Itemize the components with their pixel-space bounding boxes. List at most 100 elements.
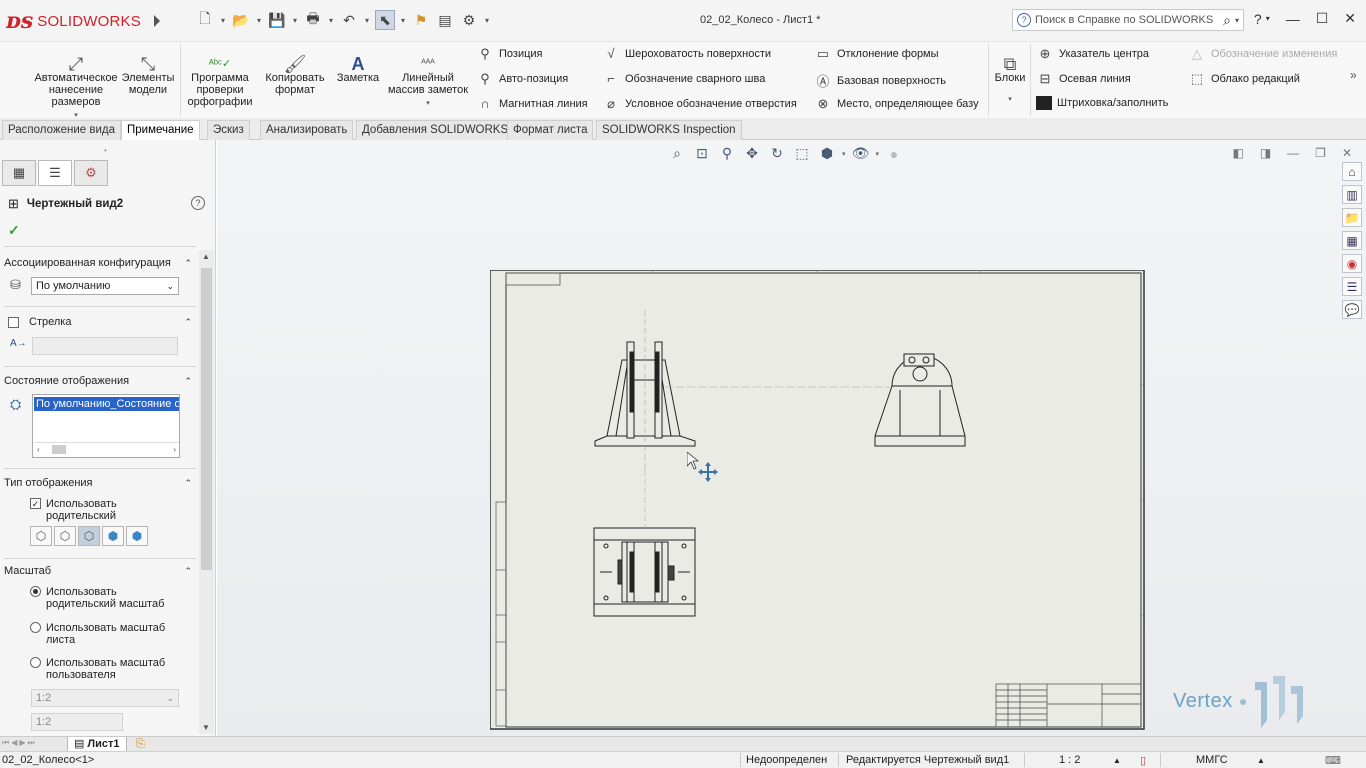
tab-view-layout[interactable]: Расположение вида	[2, 120, 122, 140]
note-button[interactable]: A Заметка	[334, 46, 382, 84]
collapse-chevron-icon[interactable]: ⌃	[184, 376, 192, 387]
search-dropdown-icon[interactable]: ▾	[1235, 16, 1239, 25]
tile-left-icon[interactable]: ◧	[1232, 146, 1243, 160]
ref-config-group-header[interactable]: Ассоциированная конфигурация ⌃	[4, 254, 196, 272]
balloon-button[interactable]: ⚲ Позиция	[476, 46, 542, 62]
zoom-to-fit-icon[interactable]: ⌕	[667, 145, 687, 162]
tab-sketch[interactable]: Эскиз	[207, 120, 250, 140]
tile-right-icon[interactable]: ◨	[1260, 146, 1271, 160]
scale-up-icon[interactable]: ▲	[1113, 756, 1121, 765]
appearances-icon[interactable]: ◉	[1342, 254, 1362, 273]
sheet-tab-sheet1[interactable]: ▤ Лист1	[67, 737, 127, 752]
undo-dropdown-icon[interactable]: ▾	[363, 16, 371, 25]
tab-sheet-format[interactable]: Формат листа	[507, 120, 594, 140]
tab-evaluate[interactable]: Анализировать	[260, 120, 354, 140]
home-icon[interactable]: ⌂	[1342, 162, 1362, 181]
tab-solidworks-addins[interactable]: Добавления SOLIDWORKS	[356, 120, 515, 140]
model-items-button[interactable]: ⤡ Элементы модели	[120, 46, 176, 96]
hatch-fill-button[interactable]: Штриховка/заполнить	[1036, 96, 1168, 110]
display-state-group-header[interactable]: Состояние отображения ⌃	[4, 372, 196, 390]
minimize-icon[interactable]: —	[1286, 11, 1300, 27]
chevron-down-icon[interactable]: ▾	[876, 150, 880, 158]
linear-note-pattern-button[interactable]: ᴬᴬᴬ Линейный массив заметок ▾	[386, 46, 470, 110]
scroll-down-icon[interactable]: ▼	[202, 723, 210, 732]
rebuild-status-icon[interactable]: ▯	[1140, 754, 1146, 767]
quick-tips-icon[interactable]: ⌨	[1325, 754, 1341, 767]
new-dropdown-icon[interactable]: ▾	[219, 16, 227, 25]
view-palette-icon[interactable]: ▦	[1342, 231, 1362, 250]
scale-custom-option[interactable]: Использовать масштаб пользователя	[30, 657, 190, 681]
revision-symbol-button[interactable]: △ Обозначение изменения	[1188, 46, 1337, 62]
geometric-tolerance-button[interactable]: ▭ Отклонение формы	[814, 46, 939, 62]
shaded-with-edges-icon[interactable]: ⬢	[102, 526, 124, 546]
panel-grip-icon[interactable]: •	[104, 146, 107, 155]
help-search-box[interactable]: ? Поиск в Справке по SOLIDWORKS ⌕ ▾	[1012, 9, 1244, 31]
ok-checkmark-icon[interactable]: ✓	[8, 222, 20, 239]
collapse-chevron-icon[interactable]: ⌃	[184, 258, 192, 269]
shaded-icon[interactable]: ⬢	[126, 526, 148, 546]
display-style-icon[interactable]: ⬢	[817, 145, 837, 162]
display-style-group-header[interactable]: Тип отображения ⌃	[4, 474, 196, 492]
ref-config-select[interactable]: По умолчанию ⌄	[31, 277, 179, 295]
next-sheet-icon[interactable]: ▶	[19, 738, 25, 748]
save-dropdown-icon[interactable]: ▾	[291, 16, 299, 25]
solidworks-logo[interactable]: ᴅs SOLIDWORKS	[6, 6, 143, 36]
feature-manager-tab-icon[interactable]: ▦	[2, 160, 36, 186]
datum-target-button[interactable]: ⊗ Место, определяющее базу	[814, 96, 979, 112]
display-state-listbox[interactable]: По умолчанию_Состояние отображения-1 ‹ ›	[32, 394, 180, 458]
datum-feature-button[interactable]: Ⓐ Базовая поверхность	[814, 71, 945, 90]
rebuild-traffic-light-icon[interactable]: ⚑	[411, 10, 431, 30]
help-dropdown-icon[interactable]: ▾	[1266, 14, 1270, 23]
panel-scrollbar[interactable]: ▲ ▼	[199, 250, 214, 734]
scroll-thumb[interactable]	[52, 445, 66, 454]
add-sheet-icon[interactable]: ⎘	[136, 738, 145, 751]
hide-show-items-icon[interactable]: 👁	[851, 145, 871, 162]
use-parent-style-option[interactable]: ✓ Использовать родительский	[30, 498, 190, 522]
listbox-hscroll[interactable]: ‹ ›	[34, 442, 179, 456]
scale-sheet-radio[interactable]	[30, 622, 41, 633]
use-parent-style-checkbox[interactable]: ✓	[30, 498, 41, 509]
doc-close-icon[interactable]: ✕	[1342, 146, 1352, 160]
collapse-chevron-icon[interactable]: ⌃	[184, 566, 192, 577]
revision-cloud-button[interactable]: ⬚ Облако редакций	[1188, 71, 1300, 87]
collapse-chevron-icon[interactable]: ⌃	[184, 317, 192, 328]
pan-icon[interactable]: ✥	[742, 145, 762, 162]
print-icon[interactable]: 🖶	[303, 10, 323, 30]
hidden-lines-removed-icon[interactable]: ⬡	[78, 526, 100, 546]
status-scale[interactable]: 1 : 2	[1059, 754, 1080, 766]
scale-group-header[interactable]: Масштаб ⌃	[4, 562, 196, 580]
file-explorer-icon[interactable]: 📁	[1342, 208, 1362, 227]
scene-icon[interactable]: ●	[884, 146, 904, 162]
close-icon[interactable]: ✕	[1344, 10, 1356, 27]
spell-check-button[interactable]: ᴬᵇᶜ✓ Программа проверки орфографии	[184, 46, 256, 108]
scale-parent-radio[interactable]	[30, 586, 41, 597]
maximize-icon[interactable]: ☐	[1316, 10, 1329, 27]
ribbon-more-icon[interactable]: »	[1350, 68, 1357, 82]
first-sheet-icon[interactable]: ⏮	[2, 738, 9, 748]
zoom-to-area-icon[interactable]: ⊡	[692, 145, 712, 162]
tab-solidworks-inspection[interactable]: SOLIDWORKS Inspection	[596, 120, 742, 140]
rotate-icon[interactable]: ↻	[767, 145, 787, 162]
center-mark-button[interactable]: ⊕ Указатель центра	[1036, 46, 1149, 62]
hole-callout-button[interactable]: ⌀ Условное обозначение отверстия	[602, 96, 797, 112]
chevron-down-icon[interactable]: ▾	[426, 98, 430, 110]
help-button[interactable]: ?	[1254, 11, 1262, 27]
format-painter-button[interactable]: 🖌 Копировать формат	[260, 46, 330, 96]
options-gear-icon[interactable]: ⚙	[459, 10, 479, 30]
print-dropdown-icon[interactable]: ▾	[327, 16, 335, 25]
arrow-checkbox[interactable]	[8, 316, 19, 328]
wireframe-icon[interactable]: ⬡	[30, 526, 52, 546]
magnetic-line-button[interactable]: ∩ Магнитная линия	[476, 96, 587, 111]
zoom-in-out-icon[interactable]: ⚲	[717, 145, 737, 162]
open-dropdown-icon[interactable]: ▾	[255, 16, 263, 25]
prev-sheet-icon[interactable]: ◀	[11, 738, 17, 748]
centerline-button[interactable]: ⊟ Осевая линия	[1036, 71, 1131, 87]
open-folder-icon[interactable]: 📂	[231, 10, 251, 30]
blocks-button[interactable]: ⧉ Блоки ▾	[992, 46, 1028, 106]
scale-parent-option[interactable]: Использовать родительский масштаб	[30, 586, 190, 610]
hidden-lines-visible-icon[interactable]: ⬡	[54, 526, 76, 546]
tab-annotation[interactable]: Примечание	[121, 120, 200, 140]
forum-icon[interactable]: 💬	[1342, 300, 1362, 319]
scroll-left-icon[interactable]: ‹	[37, 445, 40, 454]
arrow-group-header[interactable]: Стрелка ⌃	[4, 313, 196, 331]
